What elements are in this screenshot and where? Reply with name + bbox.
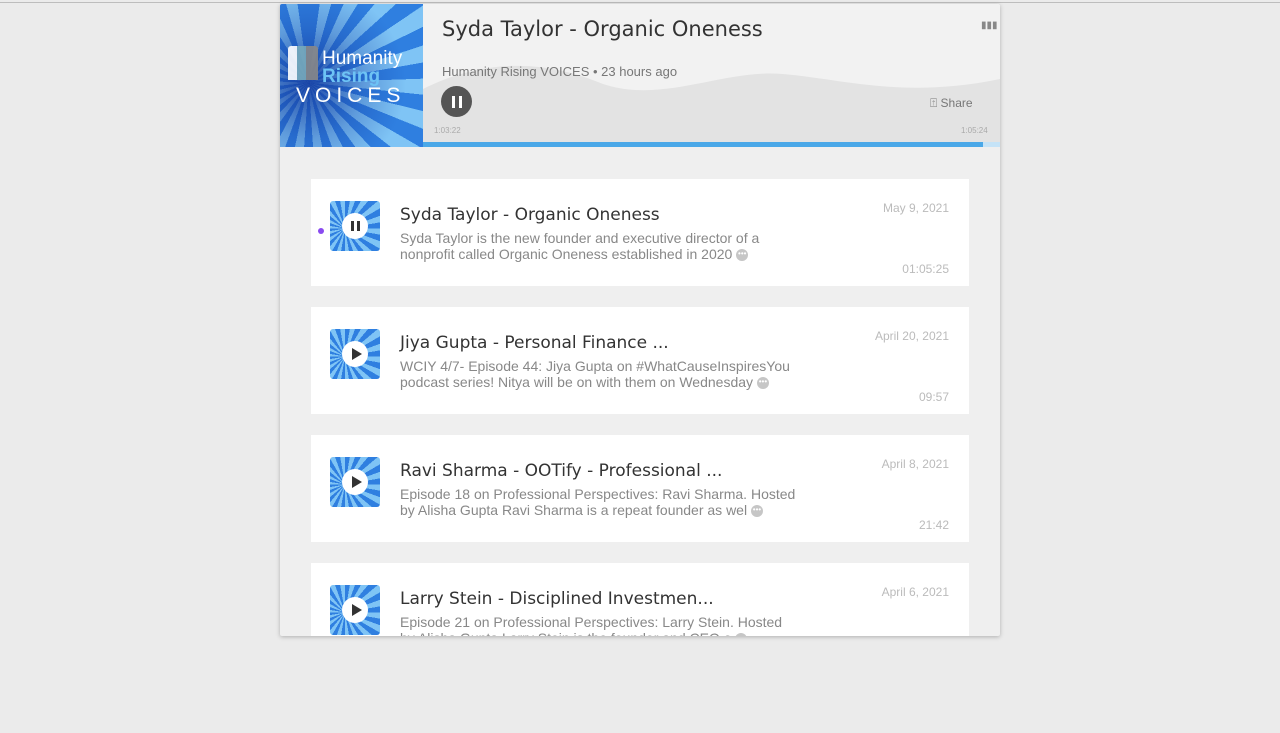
episode-duration: 21:42 — [918, 518, 949, 532]
share-icon: ⍐ — [930, 96, 941, 110]
episode-thumbnail[interactable] — [330, 329, 380, 379]
play-button[interactable] — [342, 341, 368, 367]
episode-subtitle: Humanity Rising VOICES • 23 hours ago — [442, 64, 678, 79]
podcast-cover-art: Humanity Rising VOICES — [280, 4, 423, 147]
episode-description: Episode 21 on Professional Perspectives:… — [400, 614, 820, 636]
more-icon[interactable]: ••• — [756, 377, 769, 390]
episode-date: May 9, 2021 — [882, 201, 949, 215]
play-button[interactable] — [342, 597, 368, 623]
more-icon[interactable]: ••• — [735, 633, 748, 636]
progress-fill — [423, 142, 983, 147]
hands-logo-icon — [288, 46, 318, 80]
episode-duration: 01:05:25 — [902, 262, 949, 276]
play-icon — [351, 604, 362, 616]
logo-text: VOICES — [296, 84, 406, 107]
episode-date: April 20, 2021 — [874, 329, 949, 343]
episode-item[interactable]: Larry Stein - Disciplined Investmen... E… — [311, 563, 969, 636]
episode-item-title[interactable]: Jiya Gupta - Personal Finance ... — [400, 333, 669, 353]
current-time: 1:03:22 — [434, 126, 461, 135]
play-button[interactable] — [342, 469, 368, 495]
episode-title: Syda Taylor - Organic Oneness — [442, 17, 763, 41]
bars-icon[interactable]: ▮▮▮ — [981, 20, 998, 31]
total-time: 1:05:24 — [961, 126, 988, 135]
now-playing-dot — [318, 228, 324, 234]
episode-duration: 09:57 — [918, 390, 949, 404]
share-button[interactable]: ⍐ Share — [930, 96, 973, 111]
play-icon — [351, 476, 362, 488]
more-icon[interactable]: ••• — [736, 249, 749, 262]
episode-item-title[interactable]: Larry Stein - Disciplined Investmen... — [400, 589, 714, 609]
episode-item[interactable]: Ravi Sharma - OOTify - Professional ... … — [311, 435, 969, 542]
more-icon[interactable]: ••• — [750, 505, 763, 518]
progress-bar[interactable] — [423, 142, 1000, 147]
episode-item-title[interactable]: Ravi Sharma - OOTify - Professional ... — [400, 461, 722, 481]
podcast-player-widget: Humanity Rising VOICES Syda Taylor - Org… — [280, 4, 1000, 636]
episode-date: April 6, 2021 — [881, 585, 949, 599]
episode-thumbnail[interactable] — [330, 457, 380, 507]
play-icon — [351, 348, 362, 360]
share-label: Share — [940, 96, 973, 110]
pause-button[interactable] — [342, 213, 368, 239]
episode-thumbnail[interactable] — [330, 585, 380, 635]
episode-item[interactable]: Jiya Gupta - Personal Finance ... WCIY 4… — [311, 307, 969, 414]
episode-description: Episode 18 on Professional Perspectives:… — [400, 486, 796, 518]
episode-date: April 8, 2021 — [881, 457, 949, 471]
window-top-border — [0, 2, 1280, 3]
episode-list: Syda Taylor - Organic Oneness Syda Taylo… — [311, 179, 969, 636]
episode-item-title[interactable]: Syda Taylor - Organic Oneness — [400, 205, 660, 225]
player-header: Humanity Rising VOICES Syda Taylor - Org… — [280, 4, 1000, 147]
episode-description: WCIY 4/7- Episode 44: Jiya Gupta on #Wha… — [400, 358, 790, 390]
episode-description: Syda Taylor is the new founder and execu… — [400, 230, 760, 262]
pause-button[interactable] — [441, 86, 472, 117]
episode-item[interactable]: Syda Taylor - Organic Oneness Syda Taylo… — [311, 179, 969, 286]
episode-thumbnail[interactable] — [330, 201, 380, 251]
